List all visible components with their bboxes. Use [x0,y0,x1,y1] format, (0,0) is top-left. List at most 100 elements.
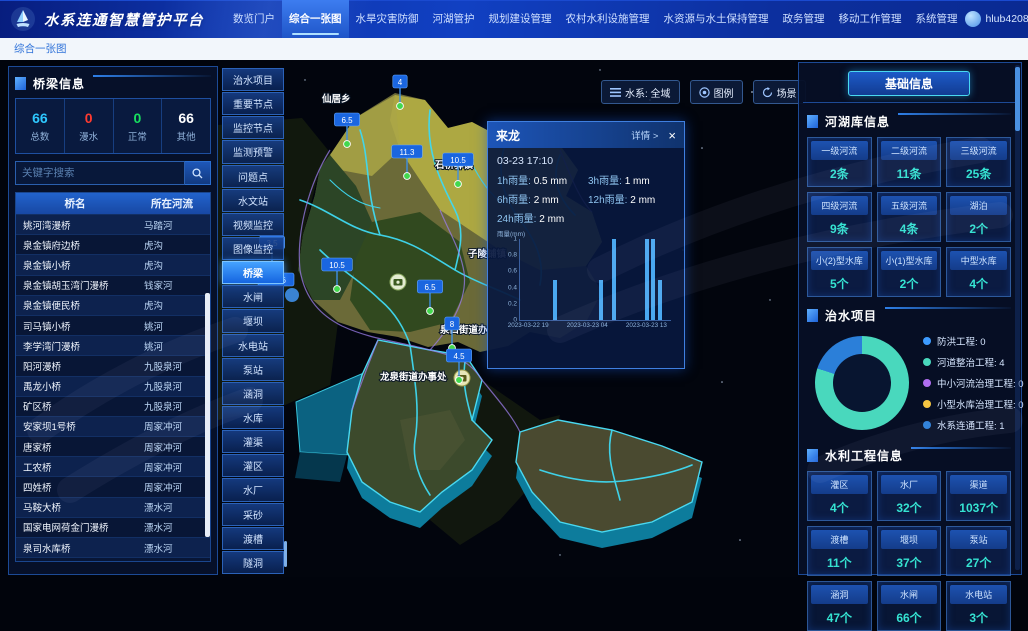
project-card-7[interactable]: 水闸66个 [877,581,942,631]
breadcrumb[interactable]: 综合一张图 [0,38,1028,60]
nav-tab-5[interactable]: 农村水利设施管理 [559,0,657,38]
nav-tab-9[interactable]: 系统管理 [909,0,965,38]
table-row[interactable]: 李学湾门漫桥姚河 [16,335,210,355]
table-row[interactable]: 临泉5号漫水桥漂水河 [16,557,210,561]
table-row[interactable]: 泉金镇便民桥虎沟 [16,295,210,315]
nav-tab-2[interactable]: 水旱灾害防御 [349,0,426,38]
table-scrollbar[interactable] [205,293,210,537]
chart-bar [553,280,557,321]
river-card-7[interactable]: 小(1)型水库2个 [877,247,942,297]
river-card-2[interactable]: 三级河流25条 [946,137,1011,187]
legend-dot-icon [923,400,931,408]
table-row[interactable]: 国家电网荷金门漫桥漂水河 [16,517,210,537]
table-row[interactable]: 阳河漫桥九股泉河 [16,355,210,375]
layer-item-6[interactable]: 视频监控 [222,213,284,236]
project-card-4[interactable]: 堰坝37个 [877,526,942,576]
nav-tab-0[interactable]: 数览门户 [226,0,282,38]
camera-marker[interactable] [390,274,406,290]
layer-item-2[interactable]: 监控节点 [222,116,284,139]
layer-item-1[interactable]: 重要节点 [222,92,284,115]
layers-icon [610,88,621,97]
table-row[interactable]: 马鞍大桥漂水河 [16,497,210,517]
table-row[interactable]: 姚河湾漫桥马踏河 [16,214,210,234]
layer-item-12[interactable]: 泵站 [222,358,284,381]
layer-item-17[interactable]: 水厂 [222,478,284,501]
table-row[interactable]: 泉金镇府边桥虎沟 [16,234,210,254]
layer-item-19[interactable]: 渡槽 [222,527,284,550]
search-button[interactable] [185,161,211,185]
nav-tab-6[interactable]: 水资源与水土保持管理 [657,0,776,38]
bridge-name-cell: 工农桥 [16,460,134,474]
sphere-marker[interactable] [285,288,299,302]
layer-item-7[interactable]: 图像监控 [222,237,284,260]
layer-item-20[interactable]: 隧洞 [222,551,284,574]
layer-item-15[interactable]: 灌渠 [222,430,284,453]
card-value: 27个 [947,549,1010,575]
card-value: 1037个 [947,494,1010,520]
panel-scrollbar[interactable] [1015,67,1020,131]
layer-item-3[interactable]: 监测预警 [222,140,284,163]
layer-item-14[interactable]: 水库 [222,406,284,429]
table-row[interactable]: 四姓桥周家冲河 [16,476,210,496]
x-tick-label: 2023-03-23 04 [567,322,608,329]
popup-detail-link[interactable]: 详情 > [631,128,658,142]
layer-item-11[interactable]: 水电站 [222,334,284,357]
project-card-1[interactable]: 水厂32个 [877,471,942,521]
search-input[interactable] [15,161,185,185]
bridge-name-cell: 泉金镇胡玉湾门漫桥 [16,278,134,292]
table-row[interactable]: 泉司水库桥漂水河 [16,537,210,557]
layer-item-0[interactable]: 治水项目 [222,68,284,91]
water-system-button[interactable]: 水系: 全域 [601,80,680,104]
layer-item-5[interactable]: 水文站 [222,189,284,212]
card-value: 11条 [878,160,941,186]
project-card-3[interactable]: 渡槽11个 [807,526,872,576]
legend-button[interactable]: 图例 [690,80,743,104]
project-card-2[interactable]: 渠道1037个 [946,471,1011,521]
close-icon[interactable]: × [668,129,676,142]
river-card-6[interactable]: 小(2)型水库5个 [807,247,872,297]
project-card-0[interactable]: 灌区4个 [807,471,872,521]
river-card-8[interactable]: 中型水库4个 [946,247,1011,297]
layer-item-4[interactable]: 问题点 [222,165,284,188]
scene-label: 场景 [777,85,797,100]
layer-item-8[interactable]: 桥梁 [222,261,284,284]
river-card-1[interactable]: 二级河流11条 [877,137,942,187]
river-name-cell: 马踏河 [134,218,210,232]
project-cards: 灌区4个水厂32个渠道1037个渡槽11个堰坝37个泵站27个涵洞47个水闸66… [807,471,1011,631]
legend-item-4: 水系连通工程: 1 [923,418,1024,432]
nav-tab-3[interactable]: 河湖管护 [426,0,482,38]
project-card-8[interactable]: 水电站3个 [946,581,1011,631]
table-row[interactable]: 司马镇小桥姚河 [16,315,210,335]
river-card-3[interactable]: 四级河流9条 [807,192,872,242]
layer-item-18[interactable]: 采砂 [222,503,284,526]
project-card-5[interactable]: 泵站27个 [946,526,1011,576]
nav-tab-4[interactable]: 规划建设管理 [482,0,559,38]
project-card-6[interactable]: 涵洞47个 [807,581,872,631]
bridge-name-cell: 安家坝1号桥 [16,419,134,433]
nav-tab-8[interactable]: 移动工作管理 [832,0,909,38]
table-row[interactable]: 工农桥周家冲河 [16,456,210,476]
table-row[interactable]: 泉金镇小桥虎沟 [16,254,210,274]
layer-item-10[interactable]: 堰坝 [222,309,284,332]
table-row[interactable]: 禹龙小桥九股泉河 [16,376,210,396]
river-card-0[interactable]: 一级河流2条 [807,137,872,187]
table-row[interactable]: 矿区桥九股泉河 [16,396,210,416]
table-row[interactable]: 安家坝1号桥周家冲河 [16,416,210,436]
layer-menu-scrollbar[interactable] [284,541,287,567]
layer-item-16[interactable]: 灌区 [222,454,284,477]
layer-item-13[interactable]: 涵洞 [222,382,284,405]
stat-label: 正常 [128,129,147,143]
river-card-4[interactable]: 五级河流4条 [877,192,942,242]
table-row[interactable]: 唐家桥周家冲河 [16,436,210,456]
card-value: 47个 [808,604,871,630]
bridge-name-cell: 泉司水库桥 [16,541,134,555]
user-menu[interactable]: hlub42080201 ▾ [965,11,1028,27]
layer-item-9[interactable]: 水闸 [222,285,284,308]
stat-value: 0 [85,110,93,126]
user-avatar [965,11,981,27]
table-row[interactable]: 泉金镇胡玉湾门漫桥钱家河 [16,275,210,295]
nav-tab-7[interactable]: 政务管理 [776,0,832,38]
nav-tab-1[interactable]: 综合一张图 [282,0,349,38]
river-card-5[interactable]: 湖泊2个 [946,192,1011,242]
basic-info-button[interactable]: 基础信息 [848,71,970,96]
